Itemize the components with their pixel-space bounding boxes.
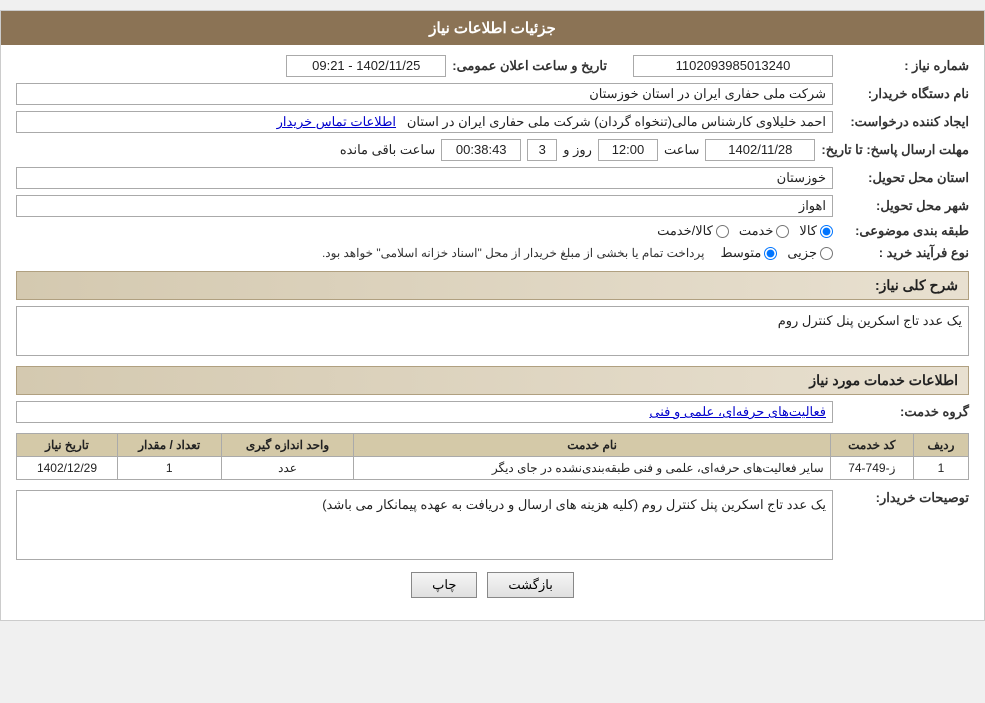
buyer-desc-label: توصیحات خریدار:	[839, 490, 969, 506]
response-days-value: 3	[527, 139, 557, 161]
category-row: طبقه بندی موضوعی: کالا خدمت کالا/خدمت	[16, 223, 969, 239]
remaining-label: ساعت باقی مانده	[340, 142, 435, 158]
service-group-value: فعالیت‌های حرفه‌ای، علمی و فنی	[16, 401, 833, 423]
delivery-city-row: شهر محل تحویل: اهواز	[16, 195, 969, 217]
need-description-section-header: شرح کلی نیاز:	[16, 271, 969, 300]
response-date-value: 1402/11/28	[705, 139, 815, 161]
cell-quantity: 1	[117, 457, 221, 480]
table-header-row: ردیف کد خدمت نام خدمت واحد اندازه گیری ت…	[17, 434, 969, 457]
category-label: طبقه بندی موضوعی:	[839, 223, 969, 239]
creator-label: ایجاد کننده درخواست:	[839, 114, 969, 130]
category-label-kala: کالا	[799, 223, 817, 239]
cell-unit: عدد	[221, 457, 354, 480]
purchase-note: پرداخت تمام یا بخشی از مبلغ خریدار از مح…	[322, 246, 705, 260]
response-time-label: ساعت	[664, 142, 699, 158]
main-content: شماره نیاز : 1102093985013240 تاریخ و سا…	[1, 45, 984, 620]
delivery-province-value: خوزستان	[16, 167, 833, 189]
remaining-time-value: 00:38:43	[441, 139, 521, 161]
col-header-quantity: تعداد / مقدار	[117, 434, 221, 457]
category-radio-group: کالا خدمت کالا/خدمت	[657, 223, 833, 239]
category-label-service: خدمت	[739, 223, 774, 239]
service-info-section-header: اطلاعات خدمات مورد نیاز	[16, 366, 969, 395]
announce-datetime-label: تاریخ و ساعت اعلان عمومی:	[452, 58, 607, 74]
table-row: 1 ز-749-74 سایر فعالیت‌های حرفه‌ای، علمی…	[17, 457, 969, 480]
purchase-type-label: نوع فرآیند خرید :	[839, 245, 969, 261]
purchase-type-row: نوع فرآیند خرید : جزیی متوسط پرداخت تمام…	[16, 245, 969, 261]
need-description-label: شرح کلی نیاز:	[875, 277, 958, 293]
purchase-label-motavaset: متوسط	[720, 245, 761, 261]
service-info-label: اطلاعات خدمات مورد نیاز	[809, 372, 958, 388]
cell-service-name: سایر فعالیت‌های حرفه‌ای، علمی و فنی طبقه…	[354, 457, 830, 480]
response-deadline-label: مهلت ارسال پاسخ: تا تاریخ:	[821, 142, 969, 158]
back-button[interactable]: بازگشت	[487, 572, 573, 598]
action-buttons: بازگشت چاپ	[16, 572, 969, 598]
page-title: جزئیات اطلاعات نیاز	[429, 20, 556, 37]
print-button[interactable]: چاپ	[411, 572, 477, 598]
buyer-desc-value: یک عدد تاج اسکرین پنل کنترل روم (کلیه هز…	[16, 490, 833, 560]
col-header-need-date: تاریخ نیاز	[17, 434, 118, 457]
delivery-city-label: شهر محل تحویل:	[839, 198, 969, 214]
need-description-value: یک عدد تاج اسکرین پنل کنترل روم	[16, 306, 969, 356]
delivery-province-label: استان محل تحویل:	[839, 170, 969, 186]
category-option-both[interactable]: کالا/خدمت	[657, 223, 729, 239]
cell-row-num: 1	[913, 457, 968, 480]
col-header-row-num: ردیف	[913, 434, 968, 457]
purchase-label-jozi: جزیی	[787, 245, 817, 261]
buyer-desc-row: توصیحات خریدار: یک عدد تاج اسکرین پنل کن…	[16, 490, 969, 560]
delivery-city-value: اهواز	[16, 195, 833, 217]
purchase-radio-motavaset[interactable]	[764, 247, 777, 260]
purchase-type-motavaset[interactable]: متوسط	[720, 245, 777, 261]
service-group-row: گروه خدمت: فعالیت‌های حرفه‌ای، علمی و فن…	[16, 401, 969, 423]
creator-row: ایجاد کننده درخواست: احمد خلیلاوی کارشنا…	[16, 111, 969, 133]
need-number-value: 1102093985013240	[633, 55, 833, 77]
need-description-row: یک عدد تاج اسکرین پنل کنترل روم	[16, 306, 969, 356]
creator-text: احمد خلیلاوی کارشناس مالی(تنخواه گردان) …	[407, 114, 826, 129]
response-time-value: 12:00	[598, 139, 658, 161]
buyer-name-row: نام دستگاه خریدار: شرکت ملی حفاری ایران …	[16, 83, 969, 105]
cell-service-code: ز-749-74	[830, 457, 913, 480]
category-radio-kala[interactable]	[820, 225, 833, 238]
category-option-kala[interactable]: کالا	[799, 223, 833, 239]
col-header-service-code: کد خدمت	[830, 434, 913, 457]
col-header-unit: واحد اندازه گیری	[221, 434, 354, 457]
services-table-section: ردیف کد خدمت نام خدمت واحد اندازه گیری ت…	[16, 433, 969, 480]
creator-value: احمد خلیلاوی کارشناس مالی(تنخواه گردان) …	[16, 111, 833, 133]
category-option-service[interactable]: خدمت	[739, 223, 790, 239]
purchase-type-jozi[interactable]: جزیی	[787, 245, 833, 261]
response-days-label: روز و	[563, 142, 592, 158]
response-deadline-row: مهلت ارسال پاسخ: تا تاریخ: 1402/11/28 سا…	[16, 139, 969, 161]
need-number-row: شماره نیاز : 1102093985013240 تاریخ و سا…	[16, 55, 969, 77]
services-table: ردیف کد خدمت نام خدمت واحد اندازه گیری ت…	[16, 433, 969, 480]
col-header-service-name: نام خدمت	[354, 434, 830, 457]
service-group-link[interactable]: فعالیت‌های حرفه‌ای، علمی و فنی	[649, 404, 826, 419]
buyer-name-label: نام دستگاه خریدار:	[839, 86, 969, 102]
category-radio-service[interactable]	[776, 225, 789, 238]
purchase-radio-jozi[interactable]	[820, 247, 833, 260]
need-number-label: شماره نیاز :	[839, 58, 969, 74]
announce-datetime-value: 1402/11/25 - 09:21	[286, 55, 446, 77]
category-label-both: کالا/خدمت	[657, 223, 713, 239]
cell-need-date: 1402/12/29	[17, 457, 118, 480]
delivery-province-row: استان محل تحویل: خوزستان	[16, 167, 969, 189]
page-header: جزئیات اطلاعات نیاز	[1, 11, 984, 45]
service-group-label: گروه خدمت:	[839, 404, 969, 420]
creator-link[interactable]: اطلاعات تماس خریدار	[277, 114, 396, 129]
category-radio-both[interactable]	[716, 225, 729, 238]
page-wrapper: جزئیات اطلاعات نیاز شماره نیاز : 1102093…	[0, 10, 985, 621]
buyer-name-value: شرکت ملی حفاری ایران در استان خوزستان	[16, 83, 833, 105]
purchase-type-group: جزیی متوسط	[720, 245, 833, 261]
